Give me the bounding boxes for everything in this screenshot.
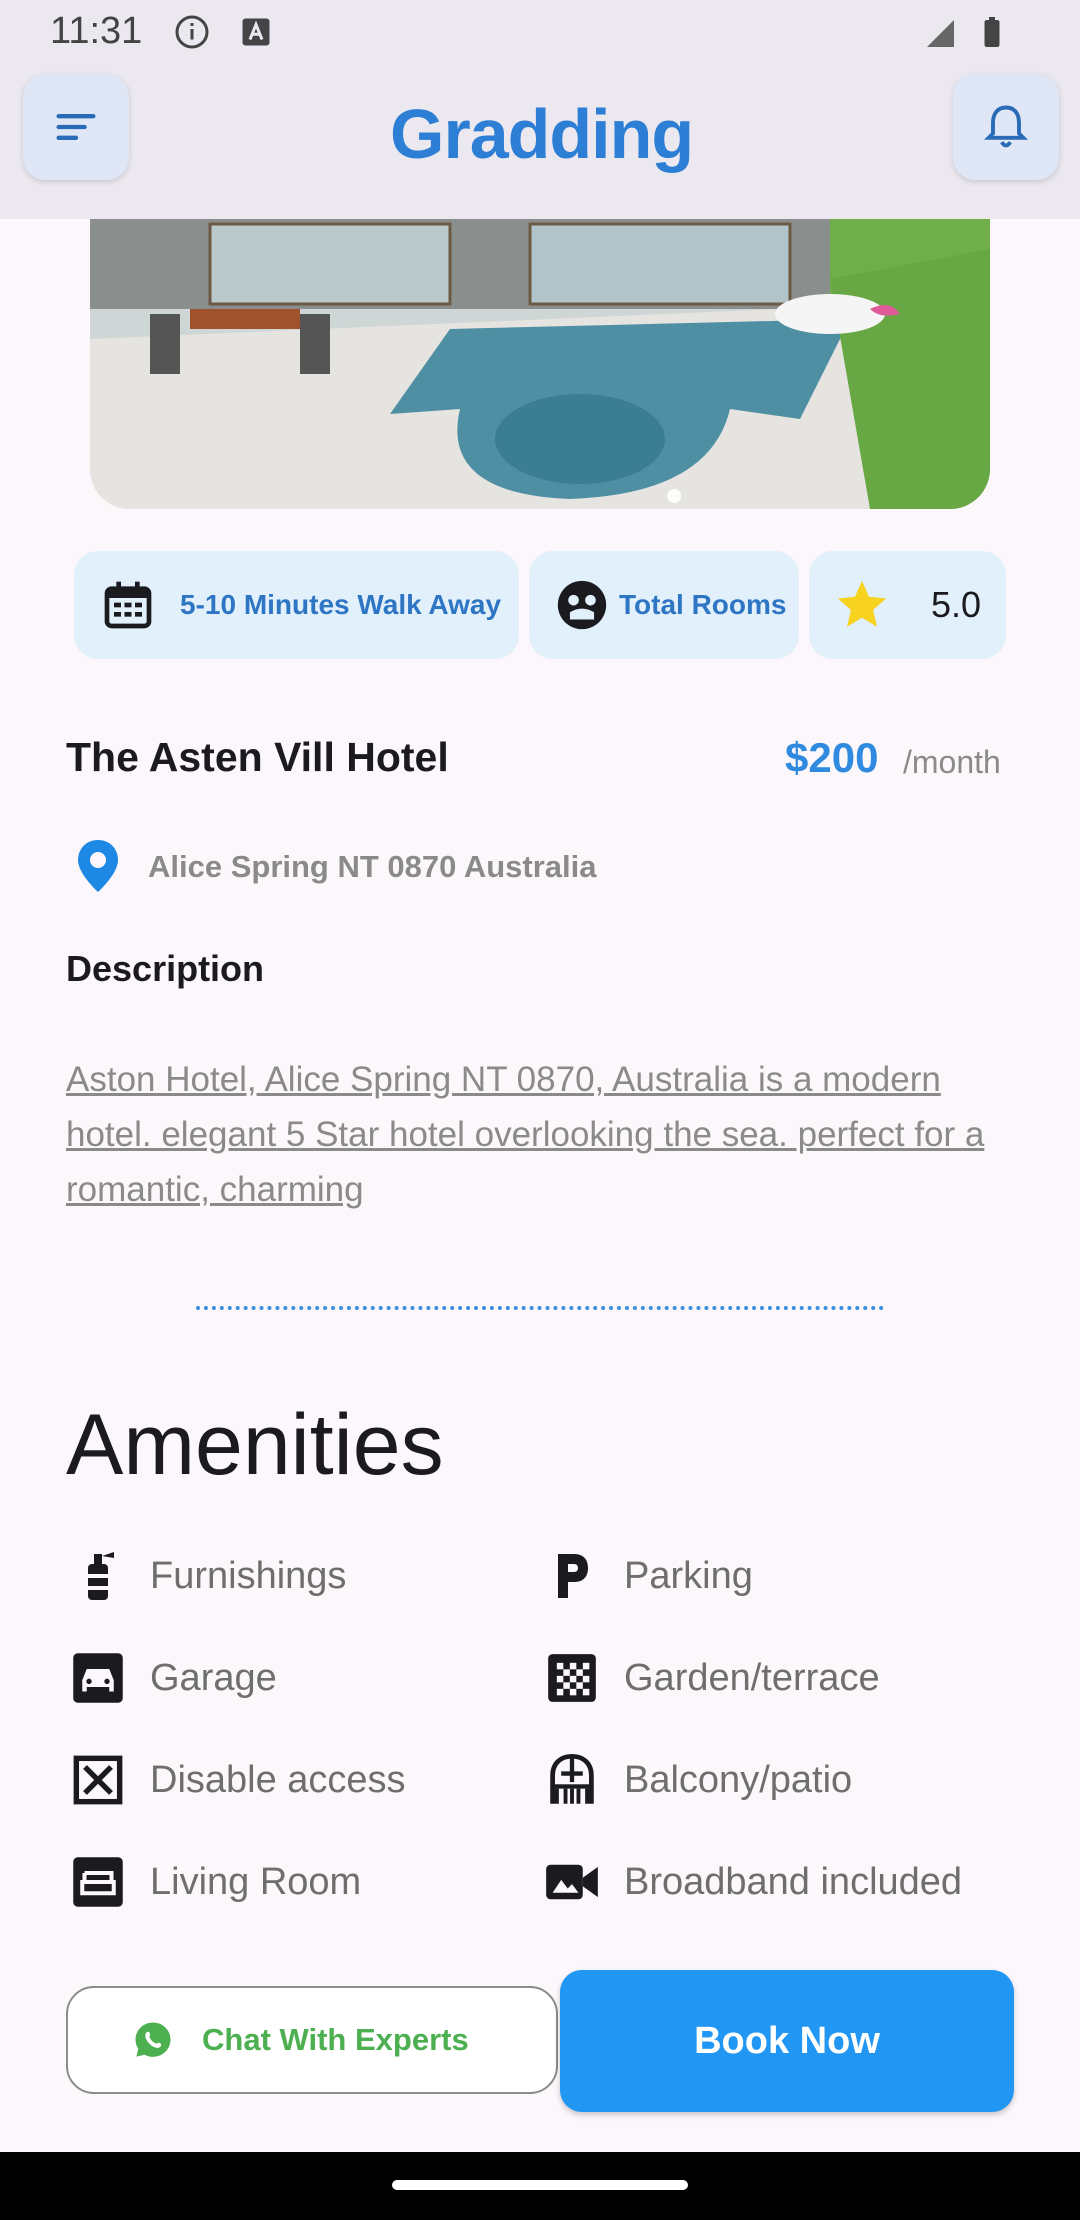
amenity-broadband: Broadband included: [544, 1852, 962, 1912]
amenity-garden: Garden/terrace: [544, 1648, 880, 1708]
amenity-label: Balcony/patio: [624, 1758, 853, 1801]
chat-with-experts-button[interactable]: Chat With Experts: [66, 1986, 558, 2094]
home-gesture-handle[interactable]: [392, 2180, 688, 2190]
keyboard-a-icon: [242, 18, 270, 46]
rating-value: 5.0: [931, 584, 982, 625]
hotel-address: Alice Spring NT 0870 Australia: [148, 849, 597, 884]
amenity-disable-access: Disable access: [70, 1750, 406, 1810]
face-icon: [557, 580, 607, 630]
amenity-label: Broadband included: [624, 1860, 963, 1903]
book-button-label: Book Now: [694, 2019, 880, 2062]
carousel-indicator: [667, 489, 681, 503]
amenities-heading: Amenities: [66, 1397, 444, 1493]
book-now-button[interactable]: Book Now: [560, 1970, 1014, 2112]
hotel-image[interactable]: [90, 219, 990, 509]
calendar-icon: [104, 581, 152, 629]
chip-rooms-label: Total Rooms: [619, 589, 787, 620]
app-header: Gradding: [0, 66, 1080, 219]
dotted-divider: [196, 1306, 884, 1310]
amenity-label: Living Room: [150, 1860, 362, 1903]
amenity-garage: Garage: [70, 1648, 277, 1708]
video-camera-icon: [546, 1864, 598, 1900]
status-time: 11:31: [50, 10, 143, 52]
description-heading: Description: [66, 948, 265, 989]
battery-icon: [984, 17, 1000, 47]
amenity-living-room: Living Room: [70, 1852, 361, 1912]
checkerboard-icon: [548, 1654, 596, 1702]
amenity-balcony: Balcony/patio: [544, 1750, 852, 1810]
car-icon: [73, 1653, 123, 1703]
app-logo: Gradding: [390, 95, 694, 173]
menu-button[interactable]: [23, 74, 129, 180]
hotel-name: The Asten Vill Hotel: [66, 734, 449, 780]
chip-walk-label: 5-10 Minutes Walk Away: [180, 589, 502, 620]
chip-total-rooms[interactable]: Total Rooms: [529, 551, 799, 659]
x-box-icon: [73, 1755, 123, 1805]
price-unit: /month: [903, 744, 1001, 780]
amenity-label: Disable access: [150, 1758, 406, 1801]
bell-icon: [983, 105, 1029, 148]
chat-button-label: Chat With Experts: [202, 2022, 469, 2057]
amenity-furnishings: Furnishings: [70, 1546, 346, 1606]
chip-rating[interactable]: 5.0: [809, 551, 1006, 659]
chip-walk-distance[interactable]: 5-10 Minutes Walk Away: [74, 551, 519, 659]
price: $200: [785, 734, 879, 781]
sofa-icon: [73, 1857, 123, 1907]
info-icon: [175, 15, 209, 49]
star-icon: [837, 580, 887, 627]
parking-icon: [558, 1554, 588, 1598]
whatsapp-icon: [135, 2022, 171, 2057]
amenity-parking: Parking: [544, 1546, 753, 1606]
description-text[interactable]: Aston Hotel, Alice Spring NT 0870, Austr…: [66, 1052, 1016, 1217]
amenity-label: Garage: [150, 1656, 277, 1699]
amenity-label: Parking: [624, 1554, 753, 1597]
pool-illustration: [90, 219, 990, 509]
balcony-icon: [550, 1753, 594, 1804]
amenity-label: Furnishings: [150, 1554, 347, 1597]
amenity-label: Garden/terrace: [624, 1656, 880, 1699]
location-pin-icon: [78, 840, 118, 892]
menu-icon: [56, 114, 96, 140]
status-bar: 11:31: [0, 0, 1080, 66]
fire-extinguisher-icon: [88, 1552, 114, 1600]
notifications-button[interactable]: [953, 74, 1059, 180]
signal-icon: [927, 20, 954, 47]
